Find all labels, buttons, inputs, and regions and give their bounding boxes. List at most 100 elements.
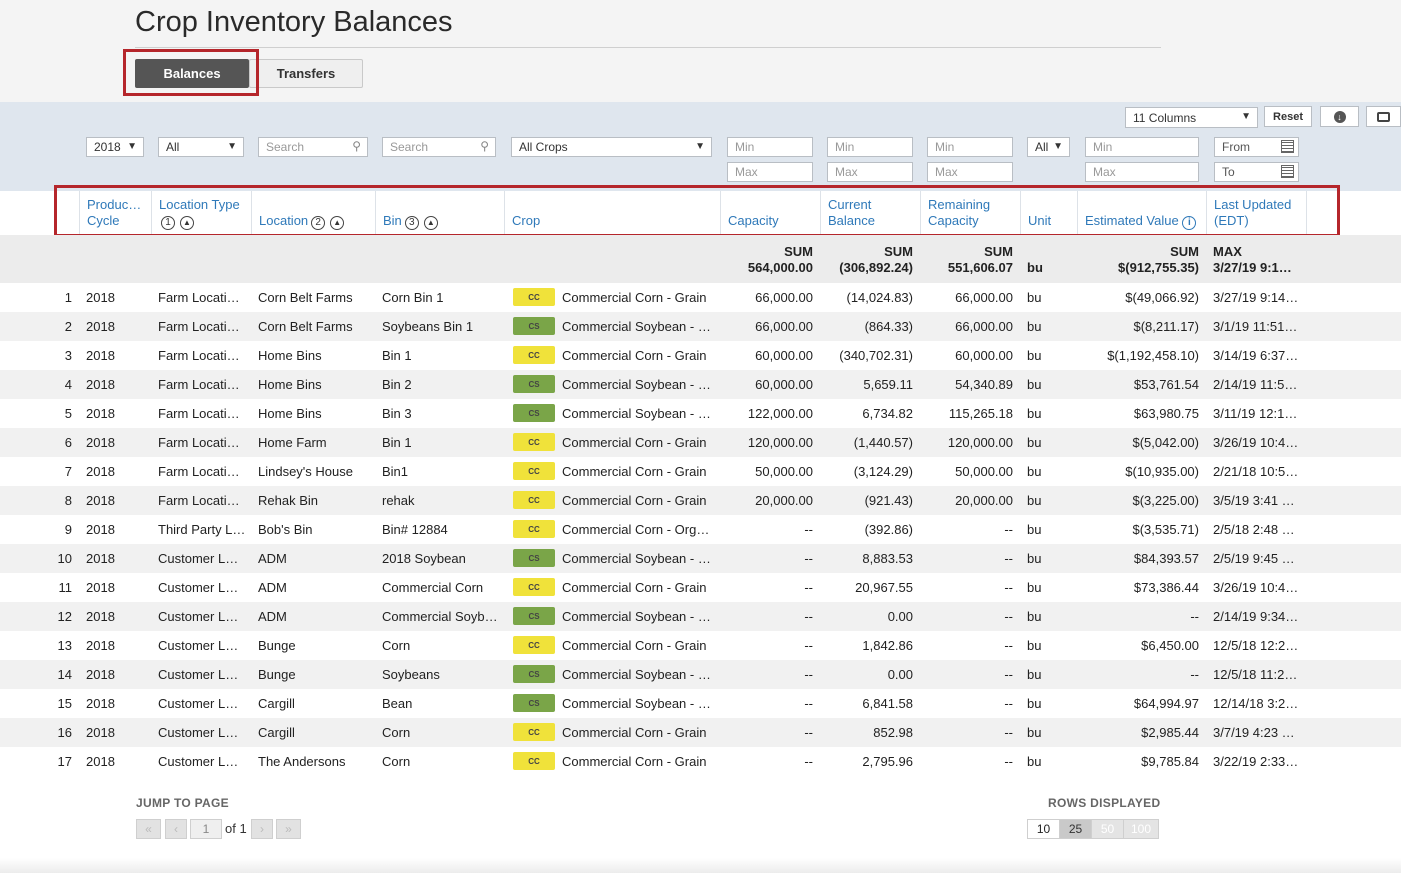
header-label: Bin [383,213,402,228]
last-page-button[interactable]: » [276,819,301,839]
cell-remaining-capacity: -- [1004,522,1013,537]
tab-balances[interactable]: Balances [135,59,249,88]
capacity-min-input[interactable]: Min [727,137,813,157]
rows-option-10[interactable]: 10 [1027,819,1060,839]
column-header-production-cycle[interactable]: Produc… Cycle [79,191,151,235]
cell-capacity: 66,000.00 [755,290,813,305]
balance-min-input[interactable]: Min [827,137,913,157]
table-row[interactable]: 15 2018 Customer L… Cargill Bean Commercial S… [0,689,1401,718]
value-min-input[interactable]: Min [1085,137,1199,157]
table-row[interactable]: 8 2018 Farm Locati… Rehak Bin rehak Commercia… [0,486,1401,515]
cell-crop: Commercial Corn - Grain [562,725,707,740]
crop-chip: CC [513,288,555,306]
table-row[interactable]: 9 2018 Third Party L… Bob's Bin Bin# 12884 Co… [0,515,1401,544]
date-to-placeholder: To [1222,165,1235,179]
row-number: 11 [58,580,73,595]
download-button[interactable]: ↓ [1320,106,1359,127]
column-header-remaining-capacity[interactable]: Remaining Capacity [920,191,1020,235]
cell-capacity: 50,000.00 [755,464,813,479]
table-row[interactable]: 13 2018 Customer L… Bunge Corn Commercial Cor… [0,631,1401,660]
remaining-min-input[interactable]: Min [927,137,1013,157]
bin-search-input[interactable]: Search ⚲ [382,137,496,157]
column-header-current-balance[interactable]: Current Balance [820,191,920,235]
info-icon[interactable]: i [1182,216,1197,230]
column-header-last-updated[interactable]: Last Updated (EDT) [1206,191,1307,235]
cell-crop: Commercial Soybean - … [562,609,711,624]
column-header-bin[interactable]: Bin 3 ▲ [375,191,504,235]
print-button[interactable] [1366,106,1401,127]
table-row[interactable]: 16 2018 Customer L… Cargill Corn Commercial C… [0,718,1401,747]
cell-capacity: -- [804,609,813,624]
table-row[interactable]: 1 2018 Farm Locati… Corn Belt Farms Corn Bin… [0,283,1401,312]
sort-ascending-icon[interactable]: ▲ [180,216,194,230]
unit-select[interactable]: All ▼ [1027,137,1070,157]
date-from-placeholder: From [1222,140,1250,154]
table-row[interactable]: 7 2018 Farm Locati… Lindsey's House Bin1 Comm… [0,457,1401,486]
cell-location-type: Third Party L… [158,522,244,537]
balance-max-input[interactable]: Max [827,162,913,182]
cell-unit: bu [1027,348,1042,363]
table-row[interactable]: 10 2018 Customer L… ADM 2018 Soybean Commerci… [0,544,1401,573]
cell-location-type: Customer L… [158,725,239,740]
calendar-icon[interactable] [1281,165,1294,178]
table-row[interactable]: 6 2018 Farm Locati… Home Farm Bin 1 Commercia… [0,428,1401,457]
sort-ascending-icon[interactable]: ▲ [423,216,438,230]
table-row[interactable]: 11 2018 Customer L… ADM Commercial Corn Comme… [0,573,1401,602]
first-page-button[interactable]: « [136,819,161,839]
table-row[interactable]: 4 2018 Farm Locati… Home Bins Bin 2 Commercia… [0,370,1401,399]
cell-bin: Bin 1 [382,435,412,450]
search-icon: ⚲ [352,139,361,153]
cell-location-type: Farm Locati… [158,406,240,421]
crop-chip: CS [513,607,555,625]
cell-current-balance: (3,124.29) [853,464,913,479]
crop-select[interactable]: All Crops ▼ [511,137,712,157]
location-type-select[interactable]: All ▼ [158,137,244,157]
cell-cycle: 2018 [86,638,115,653]
columns-select[interactable]: 11 Columns ▼ [1125,107,1258,128]
column-header-location[interactable]: Location 2 ▲ [251,191,375,235]
table-row[interactable]: 3 2018 Farm Locati… Home Bins Bin 1 Commercia… [0,341,1401,370]
next-page-button[interactable]: › [251,819,273,839]
cell-capacity: -- [804,667,813,682]
tab-transfers[interactable]: Transfers [249,59,363,88]
remaining-max-input[interactable]: Max [927,162,1013,182]
calendar-icon[interactable] [1281,140,1294,153]
value-max-input[interactable]: Max [1085,162,1199,182]
capacity-max-input[interactable]: Max [727,162,813,182]
location-search-input[interactable]: Search ⚲ [258,137,368,157]
date-from-input[interactable]: From [1214,137,1299,157]
chevron-down-icon: ▼ [127,141,137,152]
table-row[interactable]: 2 2018 Farm Locati… Corn Belt Farms Soybeans… [0,312,1401,341]
page-number-input[interactable]: 1 [190,819,222,839]
sort-ascending-icon[interactable]: ▲ [330,216,345,230]
cell-location: Home Bins [258,348,322,363]
table-row[interactable]: 17 2018 Customer L… The Andersons Corn Commer… [0,747,1401,776]
rows-option-25[interactable]: 25 [1059,819,1092,839]
table-row[interactable]: 5 2018 Farm Locati… Home Bins Bin 3 Commercia… [0,399,1401,428]
crop-chip: CS [513,665,555,683]
cell-location-type: Farm Locati… [158,435,240,450]
search-icon: ⚲ [480,139,489,153]
cycle-select[interactable]: 2018 ▼ [86,137,144,157]
cell-estimated-value: $6,450.00 [1141,638,1199,653]
prev-page-button[interactable]: ‹ [165,819,187,839]
date-to-input[interactable]: To [1214,162,1299,182]
column-header-location-type[interactable]: Location Type 1 ▲ [151,191,251,235]
cell-crop: Commercial Soybean - … [562,319,711,334]
rows-option-50[interactable]: 50 [1091,819,1124,839]
column-header-crop[interactable]: Crop [504,191,720,235]
reset-button[interactable]: Reset [1264,106,1312,127]
cell-crop: Commercial Corn - Grain [562,580,707,595]
column-header-unit[interactable]: Unit [1020,191,1077,235]
crop-select-value: All Crops [519,140,568,154]
table-row[interactable]: 12 2018 Customer L… ADM Commercial Soyb… Comm… [0,602,1401,631]
rows-option-100[interactable]: 100 [1123,819,1159,839]
cell-current-balance: 1,842.86 [862,638,913,653]
table-row[interactable]: 14 2018 Customer L… Bunge Soybeans Commercial… [0,660,1401,689]
cell-remaining-capacity: -- [1004,609,1013,624]
cell-location: Home Bins [258,377,322,392]
cell-crop: Commercial Corn - Grain [562,464,707,479]
column-header-estimated-value[interactable]: Estimated Value i [1077,191,1206,235]
placeholder-max: Max [935,165,958,179]
column-header-capacity[interactable]: Capacity [720,191,820,235]
